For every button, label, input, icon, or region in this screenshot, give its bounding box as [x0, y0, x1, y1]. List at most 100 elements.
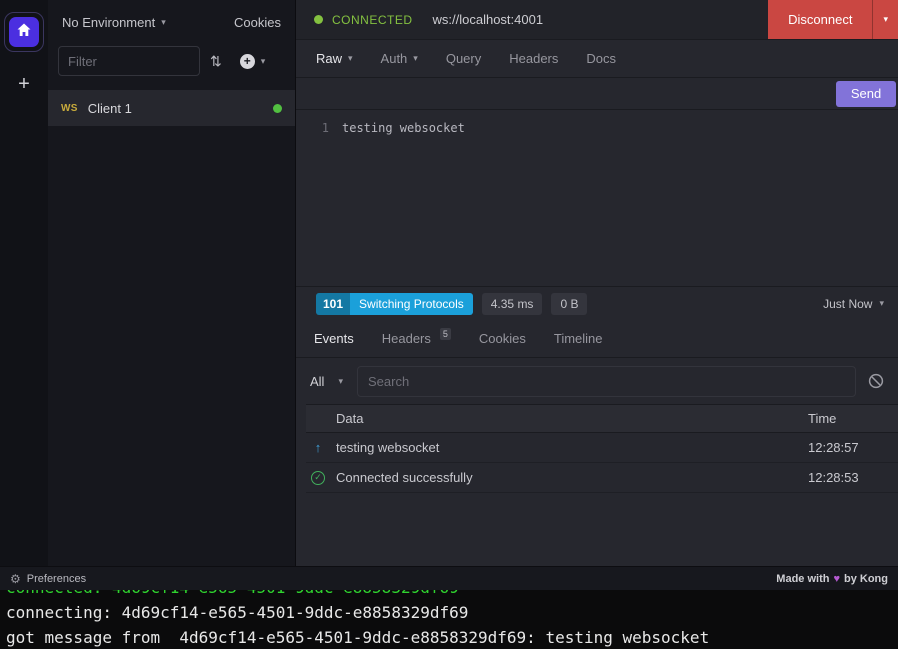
client-name: Client 1	[88, 101, 132, 116]
terminal-line: connected: 4d69cf14-e565-4501-9ddc-e8858…	[6, 590, 898, 600]
icon-cell: ✓	[306, 471, 330, 485]
check-circle-icon: ✓	[311, 471, 325, 485]
size-badge: 0 B	[551, 293, 587, 315]
environment-label: No Environment	[62, 15, 155, 30]
terminal-line: got message from 4d69cf14-e565-4501-9ddc…	[6, 625, 898, 649]
terminal-output: connected: 4d69cf14-e565-4501-9ddc-e8858…	[0, 590, 898, 649]
tab-response-cookies-label: Cookies	[479, 331, 526, 346]
tab-auth-label: Auth	[381, 51, 408, 66]
response-history-dropdown[interactable]: Just Now ▾	[823, 297, 884, 311]
made-with-text: Made with	[776, 573, 829, 585]
event-type-value: All	[310, 374, 324, 389]
request-tabs: Raw ▾ Auth ▾ Query Headers Docs	[296, 40, 898, 78]
gear-icon: ⚙	[10, 572, 21, 586]
send-row: Send	[296, 78, 898, 110]
sidebar: No Environment ▾ Cookies ⇅ + ▾ WS Client…	[48, 0, 296, 566]
tab-headers[interactable]: Headers	[495, 40, 572, 77]
tab-query[interactable]: Query	[432, 40, 495, 77]
recency-label: Just Now	[823, 297, 872, 311]
tab-timeline[interactable]: Timeline	[540, 320, 617, 357]
filter-input[interactable]	[58, 46, 200, 76]
headers-count-badge: 5	[440, 328, 451, 340]
send-button[interactable]: Send	[836, 81, 896, 107]
sidebar-filter-row: ⇅ + ▾	[48, 44, 295, 78]
message-editor[interactable]: 1 testing websocket	[296, 110, 898, 286]
cookies-button[interactable]: Cookies	[234, 15, 281, 30]
chevron-down-icon: ▾	[883, 14, 888, 25]
table-row[interactable]: ✓ Connected successfully 12:28:53	[306, 463, 898, 493]
event-type-select[interactable]: All ▾	[308, 374, 345, 389]
connection-bar: CONNECTED ws://localhost:4001 Disconnect…	[296, 0, 898, 40]
events-table: Data Time ↑ testing websocket 12:28:57 ✓…	[306, 404, 898, 493]
status-code: 101	[316, 293, 350, 315]
editor-line: 1 testing websocket	[296, 119, 898, 137]
new-workspace-button[interactable]: +	[18, 74, 30, 94]
response-meta-bar: 101 Switching Protocols 4.35 ms 0 B Just…	[296, 286, 898, 320]
elapsed-time-badge: 4.35 ms	[482, 293, 543, 315]
tab-events-label: Events	[314, 331, 354, 346]
preferences-label: Preferences	[27, 573, 86, 585]
chevron-down-icon: ▾	[261, 56, 266, 67]
activity-bar: +	[0, 0, 48, 566]
chevron-down-icon: ▾	[161, 17, 166, 28]
editor-text: testing websocket	[342, 119, 465, 137]
status-reason: Switching Protocols	[350, 293, 473, 315]
event-data-cell: Connected successfully	[330, 470, 808, 485]
status-bar: ⚙ Preferences Made with ♥ by Kong	[0, 566, 898, 590]
status-badge: 101 Switching Protocols	[316, 293, 473, 315]
icon-cell: ↑	[306, 440, 330, 455]
home-icon	[16, 22, 32, 43]
preferences-button[interactable]: ⚙ Preferences	[10, 572, 86, 586]
connected-dot-icon	[273, 104, 282, 113]
table-header-row: Data Time	[306, 404, 898, 433]
tab-query-label: Query	[446, 51, 481, 66]
by-kong-text: by Kong	[844, 573, 888, 585]
event-time-cell: 12:28:57	[808, 440, 898, 455]
home-button[interactable]	[9, 17, 39, 47]
chevron-down-icon: ▾	[413, 53, 418, 64]
terminal-line: connecting: 4d69cf14-e565-4501-9ddc-e885…	[6, 600, 898, 625]
tab-raw-label: Raw	[316, 51, 342, 66]
tab-headers-label: Headers	[509, 51, 558, 66]
environment-selector[interactable]: No Environment ▾	[62, 15, 166, 30]
tab-docs-label: Docs	[586, 51, 616, 66]
chevron-down-icon: ▾	[879, 298, 884, 309]
tab-response-headers[interactable]: Headers 5	[368, 320, 465, 357]
plus-circle-icon: +	[240, 54, 255, 69]
tab-response-headers-label: Headers	[382, 331, 431, 346]
add-request-button[interactable]: + ▾	[240, 54, 266, 69]
status-dot-icon	[314, 15, 323, 24]
main-pane: CONNECTED ws://localhost:4001 Disconnect…	[296, 0, 898, 566]
tab-auth[interactable]: Auth ▾	[367, 40, 432, 77]
response-tabs: Events Headers 5 Cookies Timeline	[296, 320, 898, 358]
tab-events[interactable]: Events	[300, 320, 368, 357]
tab-docs[interactable]: Docs	[572, 40, 630, 77]
data-column-header: Data	[330, 411, 808, 426]
sidebar-item-client-1[interactable]: WS Client 1	[48, 90, 295, 126]
events-filter-row: All ▾	[296, 358, 898, 404]
line-number: 1	[296, 119, 342, 137]
table-row[interactable]: ↑ testing websocket 12:28:57	[306, 433, 898, 463]
arrow-up-icon: ↑	[315, 440, 322, 455]
disconnect-dropdown-button[interactable]: ▾	[872, 0, 898, 39]
event-search-input[interactable]	[357, 366, 856, 397]
tab-response-cookies[interactable]: Cookies	[465, 320, 540, 357]
response-empty-space	[296, 493, 898, 566]
ws-method-tag: WS	[61, 103, 78, 114]
event-data-cell: testing websocket	[330, 440, 808, 455]
event-time-cell: 12:28:53	[808, 470, 898, 485]
tab-timeline-label: Timeline	[554, 331, 603, 346]
app-body: + No Environment ▾ Cookies ⇅ + ▾ WS C	[0, 0, 898, 566]
clear-filter-icon[interactable]	[868, 373, 884, 389]
connection-status: CONNECTED	[332, 13, 413, 27]
insomnia-window: + No Environment ▾ Cookies ⇅ + ▾ WS C	[0, 0, 898, 590]
sort-icon[interactable]: ⇅	[210, 53, 222, 70]
made-with-kong: Made with ♥ by Kong	[776, 573, 888, 585]
tab-raw[interactable]: Raw ▾	[302, 40, 367, 77]
url-input[interactable]: ws://localhost:4001	[433, 12, 544, 27]
chevron-down-icon: ▾	[338, 376, 343, 387]
disconnect-button[interactable]: Disconnect	[768, 0, 872, 39]
chevron-down-icon: ▾	[348, 53, 353, 64]
home-button-ring	[4, 12, 44, 52]
sidebar-header: No Environment ▾ Cookies	[48, 0, 295, 44]
